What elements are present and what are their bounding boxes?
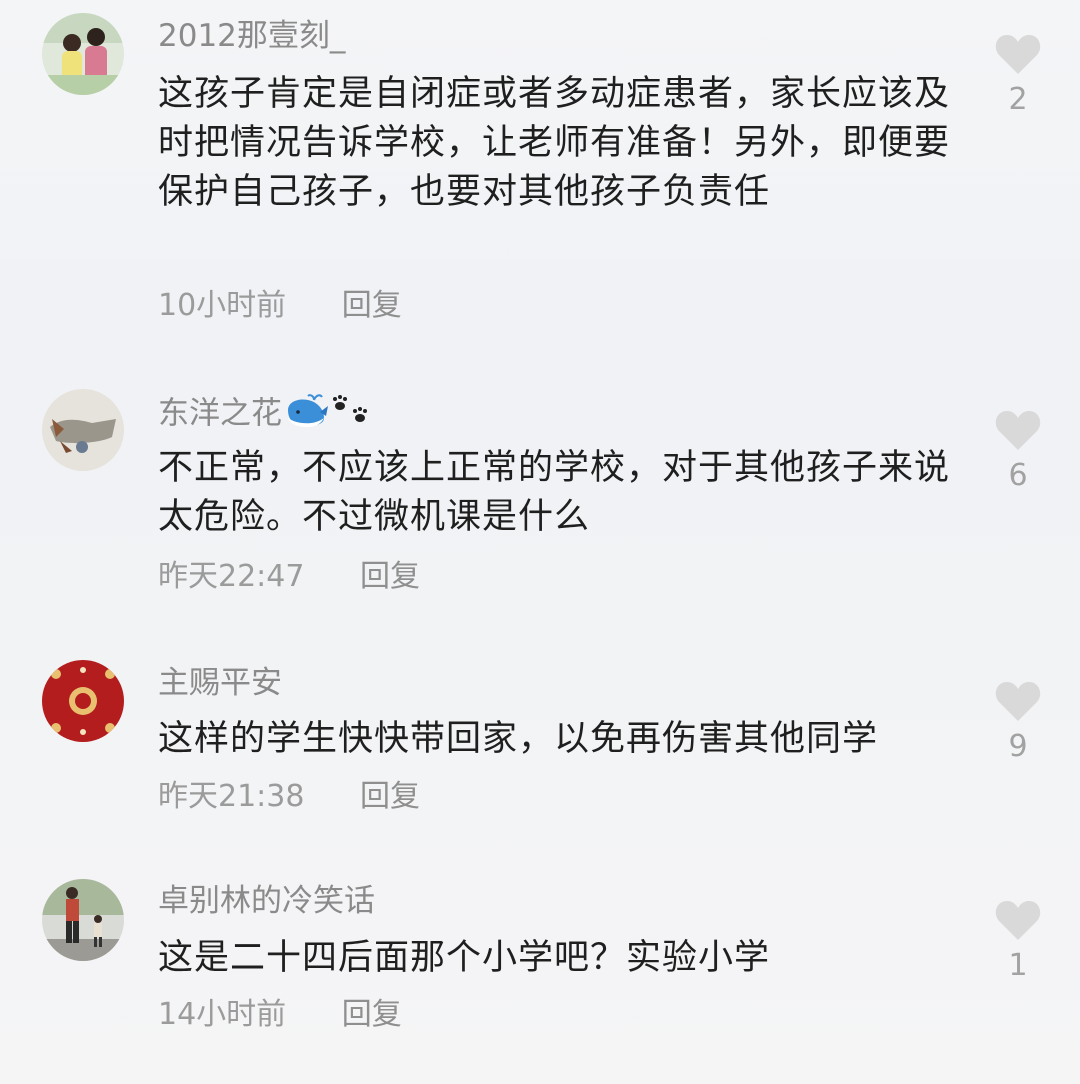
like-button[interactable]: 1 [990, 898, 1046, 984]
heart-icon [995, 900, 1041, 940]
username[interactable]: 卓别林的冷笑话 [158, 881, 375, 921]
comment-item: 卓别林的冷笑话 这是二十四后面那个小学吧？实验小学 14小时前 回复 1 [0, 0, 1080, 1060]
comment-text: 这是二十四后面那个小学吧？实验小学 [158, 938, 771, 978]
avatar[interactable] [42, 879, 124, 961]
reply-button[interactable]: 回复 [342, 995, 402, 1035]
timestamp: 14小时前 [158, 997, 287, 1032]
comment-meta: 14小时前 回复 [158, 995, 402, 1035]
like-count: 1 [1008, 948, 1028, 983]
